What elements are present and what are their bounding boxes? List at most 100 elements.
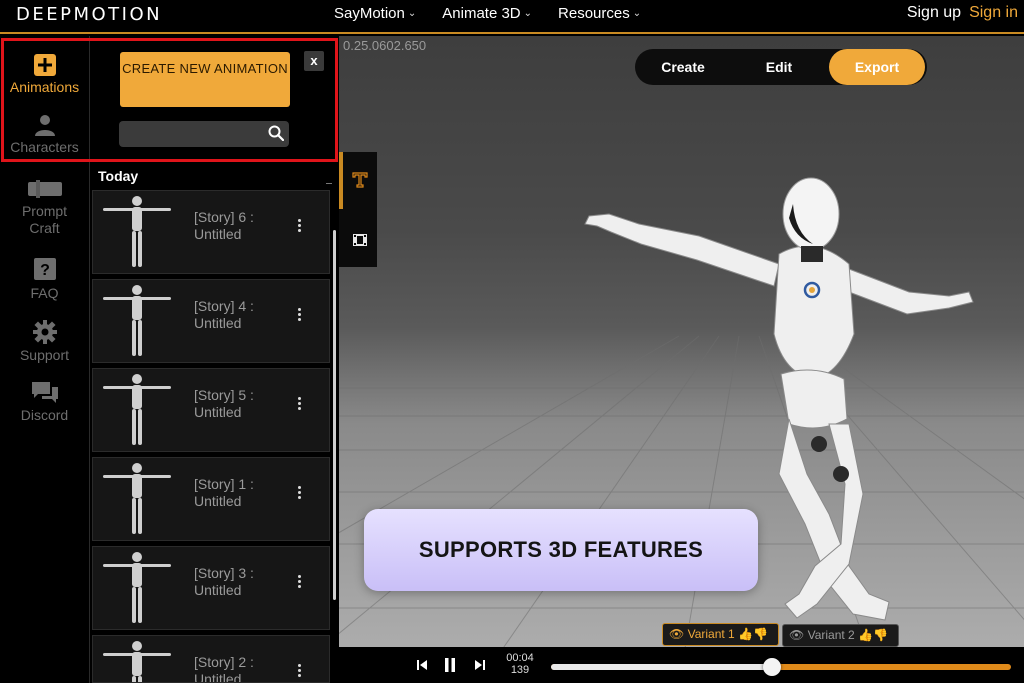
animation-title: [Story] 1 : Untitled: [194, 476, 254, 509]
left-rail: Animations Characters Prompt Craft ? FAQ…: [0, 36, 89, 683]
animation-title: [Story] 2 : Untitled: [194, 654, 254, 683]
rail-item-label: Discord: [20, 407, 69, 423]
nav-animate-3d[interactable]: Animate 3D ⌄: [442, 5, 532, 22]
svg-text:?: ?: [40, 262, 50, 279]
timeline-progress: [551, 664, 772, 670]
character-thumbnail: [103, 196, 171, 267]
scrollbar[interactable]: [331, 190, 337, 683]
create-button-label: CREATE NEW ANIMATION: [122, 61, 288, 76]
thumbs-down-icon[interactable]: 👎: [873, 628, 888, 642]
variant-2-chip[interactable]: 👁 Variant 2 👍👎: [782, 624, 899, 647]
variant-label: Variant 2: [807, 628, 855, 642]
nav-animate-3d-label: Animate 3D: [442, 5, 521, 22]
section-today-label: Today: [98, 168, 139, 184]
thumbs-down-icon[interactable]: 👎: [753, 627, 768, 641]
skip-forward-icon[interactable]: [474, 659, 486, 671]
rail-item-label: Prompt Craft: [21, 203, 68, 236]
frame-count: 139: [510, 664, 530, 676]
eye-icon: 👁: [669, 627, 685, 641]
tab-create[interactable]: Create: [635, 49, 731, 85]
list-item[interactable]: [Story] 5 : Untitled: [92, 368, 330, 452]
thumbs-up-icon[interactable]: 👍: [738, 627, 753, 641]
playback-bar: 00:04 139: [339, 647, 1024, 683]
gear-icon: [32, 320, 57, 344]
variant-1-chip[interactable]: 👁 Variant 1 👍👎: [662, 623, 779, 646]
auth-links: Sign up Sign in: [907, 4, 1018, 22]
tab-edit[interactable]: Edit: [731, 49, 827, 85]
pause-icon[interactable]: [443, 657, 457, 673]
more-options-icon[interactable]: [294, 397, 304, 417]
nav-saymotion-label: SayMotion: [334, 5, 405, 22]
person-icon: [34, 115, 55, 136]
rail-item-animations[interactable]: Animations: [0, 54, 89, 96]
rail-item-label: Animations: [9, 79, 80, 95]
rail-item-support[interactable]: Support: [0, 320, 89, 364]
character-thumbnail: [103, 641, 171, 682]
more-options-icon[interactable]: [294, 575, 304, 595]
list-item[interactable]: [Story] 4 : Untitled: [92, 279, 330, 363]
plus-square-icon: [33, 54, 56, 76]
animation-title: [Story] 6 : Untitled: [194, 209, 254, 242]
chevron-down-icon: ⌄: [407, 8, 417, 19]
rail-item-characters[interactable]: Characters: [0, 114, 89, 156]
chevron-down-icon: ⌄: [523, 8, 533, 19]
scrollbar-thumb[interactable]: [333, 230, 336, 600]
more-options-icon[interactable]: [294, 486, 304, 506]
skip-back-icon[interactable]: [416, 659, 428, 671]
timecode: 00:04 139: [499, 652, 541, 676]
chat-icon: [31, 382, 58, 403]
animation-title: [Story] 5 : Untitled: [194, 387, 254, 420]
text-tool-icon[interactable]: [352, 172, 368, 188]
rail-item-label: Characters: [10, 139, 79, 155]
list-item[interactable]: [Story] 1 : Untitled: [92, 457, 330, 541]
search-icon[interactable]: [268, 125, 284, 141]
mode-switcher: Create Edit Export: [635, 49, 927, 85]
animation-title: [Story] 4 : Untitled: [194, 298, 254, 331]
rail-item-prompt-craft[interactable]: Prompt Craft: [0, 178, 89, 237]
list-item[interactable]: [Story] 3 : Untitled: [92, 546, 330, 630]
nav-resources-label: Resources: [558, 5, 630, 22]
create-new-animation-button[interactable]: CREATE NEW ANIMATION: [120, 52, 290, 107]
search-box: [119, 121, 289, 147]
timeline-scrubber[interactable]: [551, 658, 1011, 676]
main-nav: SayMotion ⌄ Animate 3D ⌄ Resources ⌄: [334, 5, 641, 22]
question-icon: ?: [33, 258, 56, 280]
viewport-tool-rail: [339, 152, 377, 267]
banner-text: SUPPORTS 3D FEATURES: [418, 537, 704, 562]
feature-banner: SUPPORTS 3D FEATURES: [364, 509, 758, 591]
chevron-down-icon: ⌄: [632, 8, 642, 19]
deepmotion-logo[interactable]: DEEPMOTION: [16, 4, 162, 25]
top-navigation: DEEPMOTION SayMotion ⌄ Animate 3D ⌄ Resour…: [0, 0, 1024, 34]
rail-item-discord[interactable]: Discord: [0, 382, 89, 424]
character-thumbnail: [103, 463, 171, 534]
more-options-icon[interactable]: [294, 308, 304, 328]
more-options-icon[interactable]: [294, 219, 304, 239]
list-item[interactable]: [Story] 2 : Untitled: [92, 635, 330, 683]
rail-item-label: FAQ: [30, 285, 59, 301]
character-thumbnail: [103, 374, 171, 445]
thumbs-up-icon[interactable]: 👍: [858, 628, 873, 642]
version-label: 0.25.0602.650: [343, 38, 427, 53]
nav-saymotion[interactable]: SayMotion ⌄: [334, 5, 416, 22]
collapse-icon[interactable]: [326, 183, 332, 184]
variant-label: Variant 1: [687, 627, 735, 641]
character-thumbnail: [103, 285, 171, 356]
sign-up-link[interactable]: Sign up: [907, 4, 961, 22]
nav-resources[interactable]: Resources ⌄: [558, 5, 641, 22]
animations-panel: CREATE NEW ANIMATION x Today [Story] 6 :…: [89, 36, 339, 683]
more-options-icon[interactable]: [294, 664, 304, 682]
list-item[interactable]: [Story] 6 : Untitled: [92, 190, 330, 274]
tab-export[interactable]: Export: [829, 49, 925, 85]
rail-item-faq[interactable]: ? FAQ: [0, 258, 89, 302]
eye-icon: 👁: [789, 628, 805, 642]
close-button[interactable]: x: [304, 51, 324, 71]
tool-rail-accent: [339, 152, 343, 209]
search-input[interactable]: [127, 124, 262, 144]
clapper-icon: [27, 180, 62, 198]
sign-in-link[interactable]: Sign in: [969, 4, 1018, 22]
character-thumbnail: [103, 552, 171, 623]
rail-item-label: Support: [19, 347, 70, 363]
3d-viewport[interactable]: 0.25.0602.650 Create Edit Export SUPPORT…: [339, 36, 1024, 683]
scrubber-handle[interactable]: [762, 658, 781, 676]
film-icon[interactable]: [352, 232, 368, 248]
